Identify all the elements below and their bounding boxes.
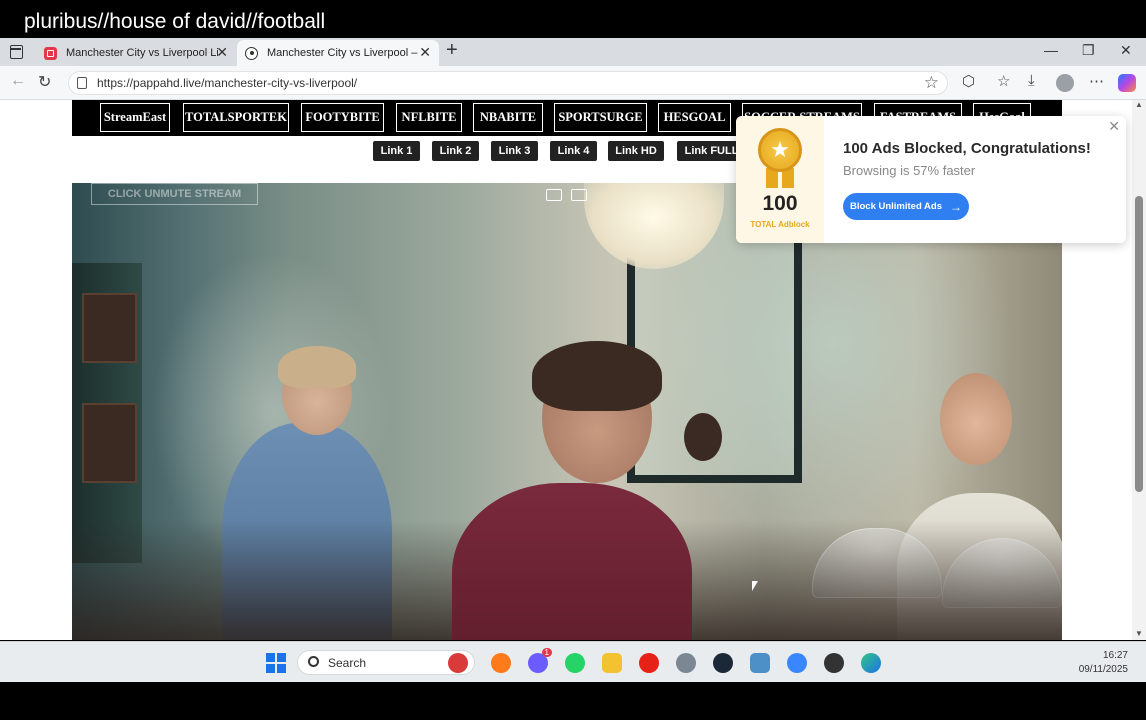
nav-link-nflbite[interactable]: NFLBITE: [396, 103, 462, 132]
taskbar-search[interactable]: Search: [297, 650, 475, 675]
clock-date: 09/11/2025: [1078, 664, 1128, 675]
stream-link-2[interactable]: Link 2: [432, 141, 479, 161]
site-info-icon[interactable]: [77, 77, 87, 89]
medal-star-icon: ★: [758, 128, 802, 172]
close-tab-icon[interactable]: ✕: [216, 44, 228, 61]
more-menu-icon[interactable]: ⋯: [1089, 72, 1104, 90]
obs-icon[interactable]: [824, 653, 844, 673]
streameast-favicon-icon: [44, 46, 57, 60]
url-text[interactable]: https://pappahd.live/manchester-city-vs-…: [97, 76, 357, 90]
mouse-cursor-icon: [752, 581, 758, 591]
restore-icon[interactable]: ❐: [1082, 42, 1095, 59]
search-placeholder: Search: [328, 656, 367, 670]
stream-link-3[interactable]: Link 3: [491, 141, 538, 161]
nav-link-footybite[interactable]: FOOTYBITE: [301, 103, 384, 132]
firefox-icon[interactable]: [491, 653, 511, 673]
tab-1[interactable]: Manchester City vs Liverpool Live ✕: [36, 40, 236, 66]
video-player[interactable]: CLICK UNMUTE STREAM: [72, 183, 1062, 640]
video-popout-icon[interactable]: [571, 189, 587, 201]
copilot-icon[interactable]: [1118, 74, 1136, 92]
discord-icon[interactable]: 1: [528, 648, 552, 673]
windows-start-icon[interactable]: [266, 653, 286, 673]
search-highlight-icon: [448, 653, 468, 673]
nav-link-hesgoal[interactable]: HESGOAL: [658, 103, 731, 132]
arrow-right-icon: →: [950, 199, 963, 214]
nav-link-totalsportek[interactable]: TOTALSPORTEK: [183, 103, 289, 132]
unmute-stream-button[interactable]: CLICK UNMUTE STREAM: [91, 183, 258, 205]
nav-link-streameast[interactable]: StreamEast: [100, 103, 170, 132]
edge-browser-icon[interactable]: [861, 653, 881, 673]
scroll-up-icon[interactable]: ▲: [1135, 100, 1143, 109]
whatsapp-icon[interactable]: [565, 653, 585, 673]
qbittorrent-icon[interactable]: [787, 653, 807, 673]
nav-link-nbabite[interactable]: NBABITE: [473, 103, 543, 132]
scene-chalkboard: [82, 293, 137, 363]
clock-time: 16:27: [1102, 650, 1128, 661]
close-window-icon[interactable]: ✕: [1120, 42, 1132, 59]
new-tab-icon[interactable]: +: [446, 39, 458, 62]
tab-strip: Manchester City vs Liverpool Live ✕ Manc…: [0, 38, 1146, 66]
settings-gear-icon[interactable]: [676, 653, 696, 673]
stream-link-hd[interactable]: Link HD: [608, 141, 664, 161]
stream-link-4[interactable]: Link 4: [550, 141, 597, 161]
stream-link-1[interactable]: Link 1: [373, 141, 420, 161]
video-caption: pluribus//house of david//football: [24, 10, 326, 33]
adblock-badge-panel: ★ 100 TOTAL Adblock: [736, 116, 824, 243]
refresh-icon[interactable]: ↻: [38, 72, 51, 92]
scene-chalkboard: [82, 403, 137, 483]
football-favicon-icon: [245, 46, 258, 60]
bottom-letterbox: [0, 682, 1146, 720]
nav-link-sportsurge[interactable]: SPORTSURGE: [554, 103, 647, 132]
block-unlimited-ads-button[interactable]: Block Unlimited Ads →: [843, 193, 969, 220]
scene-person-hair: [532, 341, 662, 411]
system-clock[interactable]: 16:27 09/11/2025: [1079, 649, 1128, 677]
profile-avatar[interactable]: [1056, 74, 1074, 92]
adblock-subtitle: Browsing is 57% faster: [843, 163, 976, 178]
picture-in-picture-icon[interactable]: [546, 189, 562, 201]
page-scrollbar[interactable]: ▲ ▼: [1132, 100, 1146, 640]
button-label: Block Unlimited Ads: [849, 201, 943, 212]
minimize-icon[interactable]: —: [1044, 42, 1058, 58]
tab-title: Manchester City vs Liverpool – pa: [267, 47, 419, 59]
scene-person-head: [684, 413, 722, 461]
extensions-icon[interactable]: ⬡: [962, 72, 975, 90]
search-icon: [308, 656, 319, 667]
scroll-down-icon[interactable]: ▼: [1135, 629, 1143, 638]
scroll-thumb[interactable]: [1135, 196, 1143, 492]
tab-title: Manchester City vs Liverpool Live: [66, 47, 218, 59]
adblock-title: 100 Ads Blocked, Congratulations!: [843, 140, 1091, 157]
scene-person-hair: [278, 346, 356, 388]
address-bar[interactable]: https://pappahd.live/manchester-city-vs-…: [68, 71, 948, 95]
downloads-icon[interactable]: ⤓: [1028, 72, 1035, 89]
close-popup-icon[interactable]: ✕: [1108, 118, 1120, 135]
close-tab-icon[interactable]: ✕: [419, 44, 431, 61]
tab-actions-icon[interactable]: [6, 44, 26, 60]
photos-icon[interactable]: [750, 653, 770, 673]
media-player-icon[interactable]: [639, 653, 659, 673]
tab-2-active[interactable]: Manchester City vs Liverpool – pa ✕: [237, 40, 439, 66]
messenger-badge: 1: [541, 648, 552, 657]
windows-taskbar: Search 1 16:27 09/11/2025: [0, 641, 1146, 682]
ads-blocked-count: 100: [762, 192, 798, 215]
address-toolbar: ← ↻ https://pappahd.live/manchester-city…: [0, 66, 1146, 100]
file-explorer-icon[interactable]: [602, 653, 622, 673]
scene-person-body: [452, 483, 692, 640]
favorite-star-icon[interactable]: ☆: [924, 73, 939, 93]
adblock-popup: ★ 100 TOTAL Adblock 100 Ads Blocked, Con…: [736, 116, 1126, 243]
steam-icon[interactable]: [713, 653, 733, 673]
adblock-total-label: TOTAL Adblock: [750, 220, 810, 229]
favorites-icon[interactable]: ☆: [997, 72, 1010, 90]
scene-person-head: [940, 373, 1012, 465]
back-icon[interactable]: ←: [10, 72, 26, 90]
